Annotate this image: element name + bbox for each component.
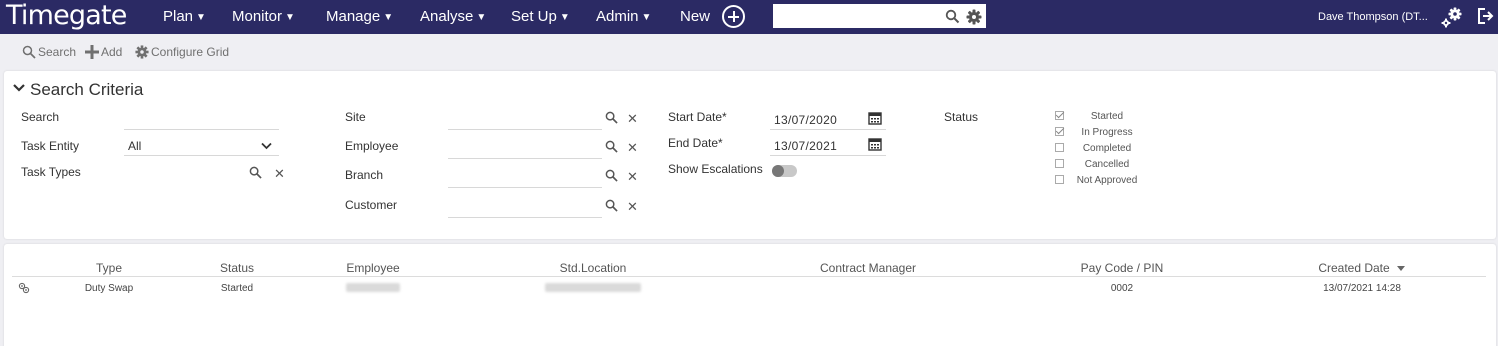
branch-label: Branch (345, 168, 384, 182)
start-date-label: Start Date* (668, 110, 727, 124)
cell-created-date: 13/07/2021 14:28 (1323, 283, 1401, 294)
status-in-progress-checkbox[interactable] (1055, 127, 1064, 136)
status-not-approved-label: Not Approved (1076, 175, 1138, 186)
search-label: Search (21, 110, 60, 124)
nav-monitor-menu[interactable]: Monitor ▼ (232, 8, 295, 25)
status-label: Status (944, 110, 979, 124)
search-criteria-input[interactable] (124, 110, 279, 130)
add-button[interactable]: Add (85, 45, 122, 59)
clear-icon[interactable]: ✕ (627, 200, 638, 213)
task-entity-label: Task Entity (21, 139, 80, 153)
grid-header-divider (12, 276, 1486, 277)
nav-admin-menu[interactable]: Admin ▼ (596, 8, 651, 25)
end-date-value: 13/07/2021 (774, 139, 838, 153)
plus-icon (85, 45, 99, 59)
column-header-pay-code[interactable]: Pay Code / PIN (1081, 261, 1164, 275)
gear-icon (135, 45, 149, 59)
column-header-location[interactable]: Std.Location (560, 261, 627, 275)
cell-pay-code: 0002 (1110, 283, 1134, 294)
show-escalations-toggle[interactable] (772, 165, 797, 177)
configure-grid-button[interactable]: Configure Grid (135, 45, 229, 59)
column-header-employee[interactable]: Employee (346, 261, 399, 275)
employee-label: Employee (345, 139, 399, 153)
cell-status: Started (220, 283, 254, 294)
caret-down-icon: ▼ (641, 12, 652, 23)
results-grid-panel (4, 244, 1496, 346)
status-started-checkbox[interactable] (1055, 111, 1064, 120)
caret-down-icon: ▼ (383, 12, 394, 23)
caret-down-icon[interactable] (1397, 266, 1405, 271)
caret-down-icon: ▼ (285, 12, 295, 23)
search-icon[interactable] (945, 9, 960, 24)
customer-input[interactable] (448, 198, 602, 218)
caret-down-icon: ▼ (476, 12, 487, 23)
search-icon[interactable] (605, 169, 618, 182)
chevron-down-icon[interactable] (12, 82, 26, 94)
search-criteria-title[interactable]: Search Criteria (30, 80, 143, 100)
status-cancelled-label: Cancelled (1084, 159, 1130, 170)
status-not-approved-checkbox[interactable] (1055, 175, 1064, 184)
employee-input[interactable] (448, 139, 602, 159)
calendar-icon[interactable] (868, 137, 882, 151)
site-label: Site (345, 110, 366, 124)
chevron-down-icon[interactable] (261, 142, 272, 150)
status-in-progress-label: In Progress (1081, 127, 1133, 138)
top-navbar: Timegate Plan ▼ Monitor ▼ Manage ▼ Analyse ▼… (0, 0, 1498, 34)
status-started-label: Started (1090, 111, 1124, 122)
add-circle-icon[interactable] (722, 5, 745, 28)
branch-input[interactable] (448, 168, 602, 188)
logout-icon[interactable] (1476, 7, 1494, 25)
search-icon[interactable] (249, 166, 262, 179)
cell-employee-redacted (346, 283, 400, 292)
start-date-value: 13/07/2020 (774, 113, 838, 127)
nav-new-menu[interactable]: New (680, 8, 710, 25)
clear-icon[interactable]: ✕ (627, 141, 638, 154)
task-entity-select[interactable] (124, 136, 279, 156)
cell-type: Duty Swap (84, 283, 134, 294)
end-date-label: End Date* (668, 136, 723, 150)
column-header-contract-manager[interactable]: Contract Manager (820, 261, 916, 275)
nav-plan-menu[interactable]: Plan ▼ (163, 8, 206, 25)
cell-location-redacted (545, 283, 641, 292)
show-escalations-label: Show Escalations (668, 162, 763, 176)
clear-icon[interactable]: ✕ (627, 170, 638, 183)
gear-icon[interactable] (966, 9, 982, 25)
search-icon (22, 45, 36, 59)
caret-down-icon: ▼ (559, 12, 570, 23)
site-input[interactable] (448, 110, 602, 130)
search-icon[interactable] (605, 199, 618, 212)
column-header-type[interactable]: Type (96, 261, 122, 275)
column-header-status[interactable]: Status (220, 261, 254, 275)
search-icon[interactable] (605, 111, 618, 124)
app-logo[interactable]: Timegate (6, 1, 127, 31)
status-cancelled-checkbox[interactable] (1055, 159, 1064, 168)
status-completed-label: Completed (1082, 143, 1132, 154)
user-name[interactable]: Dave Thompson (DT... (1318, 11, 1428, 23)
caret-down-icon: ▼ (196, 12, 206, 23)
clear-icon[interactable]: ✕ (627, 112, 638, 125)
clear-icon[interactable]: ✕ (274, 167, 285, 180)
duty-swap-icon[interactable] (18, 282, 30, 294)
search-icon[interactable] (605, 140, 618, 153)
nav-setup-menu[interactable]: Set Up ▼ (511, 8, 570, 25)
search-button[interactable]: Search (22, 45, 76, 59)
settings-gears-icon[interactable] (1440, 5, 1464, 29)
column-header-created-date[interactable]: Created Date (1318, 261, 1389, 275)
nav-analyse-menu[interactable]: Analyse ▼ (420, 8, 486, 25)
task-entity-value: All (128, 139, 142, 153)
customer-label: Customer (345, 198, 398, 212)
calendar-icon[interactable] (868, 111, 882, 125)
task-types-label: Task Types (21, 165, 81, 179)
status-completed-checkbox[interactable] (1055, 143, 1064, 152)
nav-manage-menu[interactable]: Manage ▼ (326, 8, 393, 25)
